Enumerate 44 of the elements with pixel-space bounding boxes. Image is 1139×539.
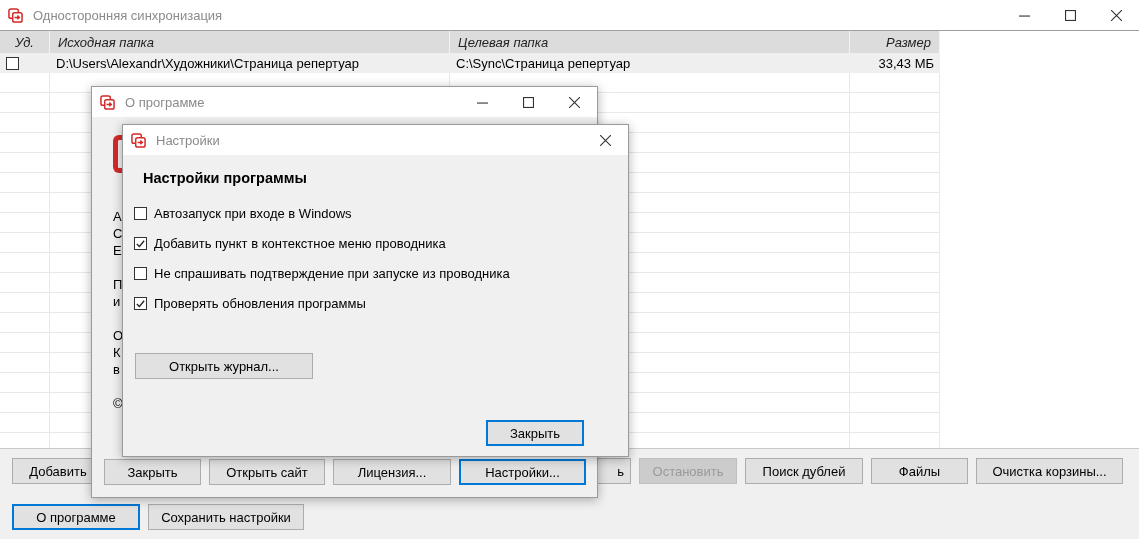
window-title: Односторонняя синхронизация bbox=[33, 7, 224, 23]
table-cell-text: D:\Users\Alexandr\Художники\Страница репертуар bbox=[55, 54, 361, 73]
checkbox[interactable] bbox=[6, 56, 19, 70]
checkbox-label[interactable]: Не спрашивать подтверждение при запуске из проводника bbox=[154, 265, 510, 281]
checkbox-label[interactable]: Добавить пункт в контекстное меню проводника bbox=[154, 235, 446, 251]
button[interactable]: Открыть журнал... bbox=[135, 353, 313, 379]
close-icon[interactable] bbox=[568, 96, 580, 108]
button[interactable]: О программе bbox=[12, 504, 140, 530]
button[interactable]: Сохранить настройки bbox=[148, 504, 304, 530]
checkbox-label[interactable]: Проверять обновления программы bbox=[154, 295, 366, 311]
table-cell-text: C:\Sync\Страница репертуар bbox=[455, 54, 632, 73]
about-text: © bbox=[113, 395, 123, 412]
table-cell-text: 33,43 МБ bbox=[877, 54, 935, 73]
close-icon[interactable] bbox=[1110, 9, 1122, 21]
dialog-title: О программе bbox=[125, 94, 206, 110]
button[interactable]: Файлы bbox=[871, 458, 968, 484]
button[interactable]: Очистка корзины... bbox=[976, 458, 1123, 484]
checkbox[interactable] bbox=[134, 236, 147, 250]
maximize-icon[interactable] bbox=[522, 96, 534, 108]
settings-heading: Настройки программы bbox=[143, 170, 307, 186]
app-icon bbox=[100, 94, 115, 110]
checkbox-label[interactable]: Автозапуск при входе в Windows bbox=[154, 205, 352, 221]
about-text: К bbox=[113, 344, 121, 361]
maximize-icon[interactable] bbox=[1064, 9, 1076, 21]
about-text: в bbox=[113, 361, 120, 378]
button[interactable]: Открыть сайт bbox=[209, 459, 325, 485]
checkbox[interactable] bbox=[134, 206, 147, 220]
about-text: С bbox=[113, 225, 123, 242]
app-icon bbox=[131, 132, 146, 148]
button[interactable]: Настройки... bbox=[459, 459, 586, 485]
button[interactable]: Лицензия... bbox=[333, 459, 451, 485]
about-text: Е bbox=[113, 242, 122, 259]
button[interactable]: Закрыть bbox=[486, 420, 584, 446]
checkbox[interactable] bbox=[134, 296, 147, 310]
dialog-title: Настройки bbox=[156, 132, 221, 148]
app-icon bbox=[8, 7, 23, 23]
button[interactable]: Закрыть bbox=[104, 459, 201, 485]
about-text: и bbox=[113, 293, 121, 310]
checkbox[interactable] bbox=[134, 266, 147, 280]
close-icon[interactable] bbox=[599, 134, 611, 146]
about-text: А bbox=[113, 208, 122, 225]
about-text: П bbox=[113, 276, 123, 293]
about-text: О bbox=[113, 327, 124, 344]
button[interactable]: Поиск дублей bbox=[745, 458, 863, 484]
